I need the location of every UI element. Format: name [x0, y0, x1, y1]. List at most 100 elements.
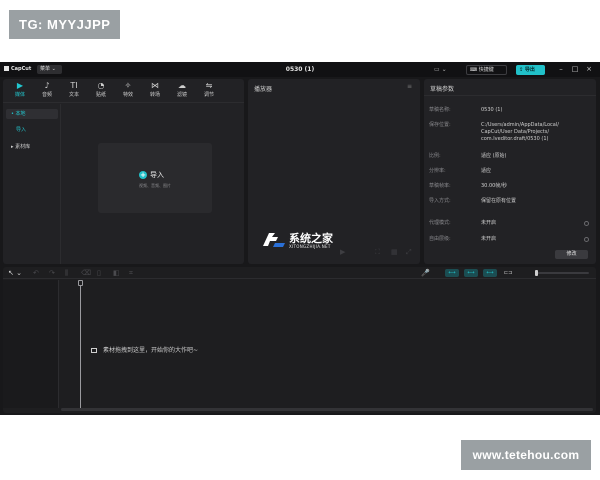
prop-key: 代理模式: — [429, 220, 451, 226]
tab-text[interactable]: TI 文本 — [61, 81, 87, 101]
prop-key: 分辨率: — [429, 168, 446, 174]
tab-label: 音频 — [41, 92, 52, 98]
fullscreen-icon[interactable]: ⤢ — [406, 248, 412, 257]
zoom-slider-handle[interactable] — [535, 270, 538, 276]
prop-value: 未开启 — [481, 220, 497, 226]
zoom-slider[interactable] — [537, 272, 589, 274]
tab-filter[interactable]: ☁ 滤镜 — [169, 81, 195, 101]
tool-tabs: ▶ 媒体 ♪ 音频 TI 文本 ◔ 贴纸 ✧ 特效 ⋈ 转场 ☁ 滤镜 ⇋ 调节 — [3, 79, 244, 103]
snap-link-icon[interactable]: ⟷ — [464, 269, 478, 277]
prop-value: 适应 (原始) — [481, 153, 507, 159]
app-logo: CapCut — [4, 66, 31, 72]
nav-local[interactable]: • 本地 — [6, 109, 58, 119]
capcut-logo-icon — [4, 66, 9, 71]
prop-key: 保存位置: — [429, 122, 451, 128]
tab-label: 媒体 — [14, 92, 25, 98]
prop-key: 草稿帧率: — [429, 183, 451, 189]
menu-icon[interactable]: ≡ — [407, 83, 412, 90]
ratio-icon[interactable]: ▦ — [391, 248, 398, 256]
layout-icon[interactable]: ▭ ⌄ — [434, 65, 450, 74]
telegram-badge: TG: MYYJJPP — [9, 10, 120, 39]
select-tool-icon[interactable]: ↖ ⌄ — [8, 269, 22, 277]
timeline-panel: ↖ ⌄ ↶ ↷ ⫼ ⌫ ▯ ◧ ⌗ 🎤 ⟷ ⟷ ⟷ ⊏⊐ 素材拖拽到这里，开始你… — [3, 267, 596, 413]
film-icon — [91, 348, 97, 353]
prop-key: 导入方式: — [429, 198, 451, 204]
mic-icon[interactable]: 🎤 — [421, 269, 430, 277]
fit-icon[interactable]: ⛶ — [375, 248, 380, 257]
tab-label: 转场 — [149, 92, 160, 98]
player-title: 播放器 — [254, 86, 273, 93]
close-icon[interactable]: × — [584, 64, 594, 75]
prop-value: 30.00帧/秒 — [481, 183, 507, 189]
prop-key: 比例: — [429, 153, 441, 159]
snap-main-track-icon[interactable]: ⟷ — [445, 269, 459, 277]
redo-icon[interactable]: ↷ — [49, 269, 55, 277]
audio-icon: ♪ — [44, 81, 50, 90]
import-hint: 视频、音频、图片 — [139, 183, 171, 188]
import-dropzone[interactable]: + 导入 视频、音频、图片 — [98, 143, 212, 213]
tab-media[interactable]: ▶ 媒体 — [7, 81, 33, 101]
prop-key: 自由层级: — [429, 236, 451, 242]
mirror-icon[interactable]: ◧ — [113, 269, 120, 277]
watermark-subtitle: XITONGZHIJIA.NET — [289, 244, 331, 249]
timeline-scrollbar[interactable] — [61, 408, 593, 411]
window-title: 0530 (1) — [285, 66, 315, 73]
prop-key: 草稿名称: — [429, 107, 451, 113]
draft-params-panel: 草稿参数 草稿名称: 0530 (1) 保存位置: C:/Users/admin/A… — [424, 79, 596, 264]
import-label: 导入 — [150, 171, 164, 179]
prop-value: 未开启 — [481, 236, 497, 242]
adjust-icon: ⇋ — [205, 81, 213, 90]
prop-value: 适应 — [481, 168, 492, 174]
tab-transition[interactable]: ⋈ 转场 — [142, 81, 168, 101]
timeline-empty-hint: 素材拖拽到这里，开始你的大作吧~ — [91, 345, 198, 354]
media-icon: ▶ — [16, 81, 24, 90]
nav-library[interactable]: ▸ 素材库 — [6, 142, 58, 152]
screenshot-stage: TG: MYYJJPP CapCut 菜单 ⌄ 0530 (1) ▭ ⌄ ⌨ 快… — [0, 0, 600, 480]
undo-icon[interactable]: ↶ — [33, 269, 39, 277]
crop-icon[interactable]: ⌗ — [129, 269, 133, 277]
capcut-window: CapCut 菜单 ⌄ 0530 (1) ▭ ⌄ ⌨ 快捷键 ⇪ 导出 – □ … — [0, 62, 600, 415]
split-icon[interactable]: ⊏⊐ — [504, 269, 512, 277]
app-name: CapCut — [11, 66, 32, 72]
effects-icon: ✧ — [124, 81, 132, 90]
media-panel: ▶ 媒体 ♪ 音频 TI 文本 ◔ 贴纸 ✧ 特效 ⋈ 转场 ☁ 滤镜 ⇋ 调节 • 本地 导入… — [3, 79, 244, 264]
props-title: 草稿参数 — [430, 86, 455, 93]
tab-audio[interactable]: ♪ 音频 — [34, 81, 60, 101]
sticker-icon: ◔ — [97, 81, 105, 90]
prop-value: 0530 (1) — [481, 107, 503, 113]
media-side-nav: • 本地 导入 ▸ 素材库 — [3, 104, 61, 264]
maximize-icon[interactable]: □ — [570, 64, 580, 75]
prop-value: C:/Users/admin/AppData/Local/ CapCut/Use… — [481, 122, 559, 142]
tab-sticker[interactable]: ◔ 贴纸 — [88, 81, 114, 101]
text-icon: TI — [70, 81, 78, 90]
menu-button[interactable]: 菜单 ⌄ — [37, 65, 62, 74]
freeze-icon[interactable]: ▯ — [97, 269, 101, 277]
snap-preview-icon[interactable]: ⟷ — [483, 269, 497, 277]
playhead-handle[interactable] — [78, 280, 83, 286]
tab-label: 滤镜 — [176, 92, 187, 98]
prop-value: 保留在原有位置 — [481, 198, 517, 204]
split-clip-icon[interactable]: ⫼ — [65, 269, 68, 277]
export-button[interactable]: ⇪ 导出 — [516, 65, 545, 75]
shortcut-button[interactable]: ⌨ 快捷键 — [466, 65, 507, 75]
filter-icon: ☁ — [178, 81, 186, 90]
track-header-column — [3, 280, 59, 408]
nav-import[interactable]: 导入 — [6, 125, 58, 135]
transition-icon: ⋈ — [151, 81, 159, 90]
tab-adjust[interactable]: ⇋ 调节 — [196, 81, 222, 101]
site-badge: www.tetehou.com — [461, 440, 591, 470]
info-icon[interactable] — [584, 221, 589, 226]
timeline-hint-text: 素材拖拽到这里，开始你的大作吧~ — [103, 347, 199, 354]
minimize-icon[interactable]: – — [556, 64, 566, 75]
title-bar: CapCut 菜单 ⌄ 0530 (1) ▭ ⌄ ⌨ 快捷键 ⇪ 导出 – □ … — [0, 62, 600, 77]
info-icon[interactable] — [584, 237, 589, 242]
modify-button[interactable]: 修改 — [555, 250, 588, 259]
props-header: 草稿参数 — [424, 79, 596, 96]
play-icon[interactable]: ▶ — [340, 248, 345, 256]
tab-effects[interactable]: ✧ 特效 — [115, 81, 141, 101]
tab-label: 特效 — [122, 92, 133, 98]
delete-icon[interactable]: ⌫ — [81, 269, 91, 277]
tab-label: 调节 — [203, 92, 214, 98]
timeline-toolbar: ↖ ⌄ ↶ ↷ ⫼ ⌫ ▯ ◧ ⌗ 🎤 ⟷ ⟷ ⟷ ⊏⊐ — [3, 267, 596, 279]
playhead-line[interactable] — [80, 280, 81, 408]
